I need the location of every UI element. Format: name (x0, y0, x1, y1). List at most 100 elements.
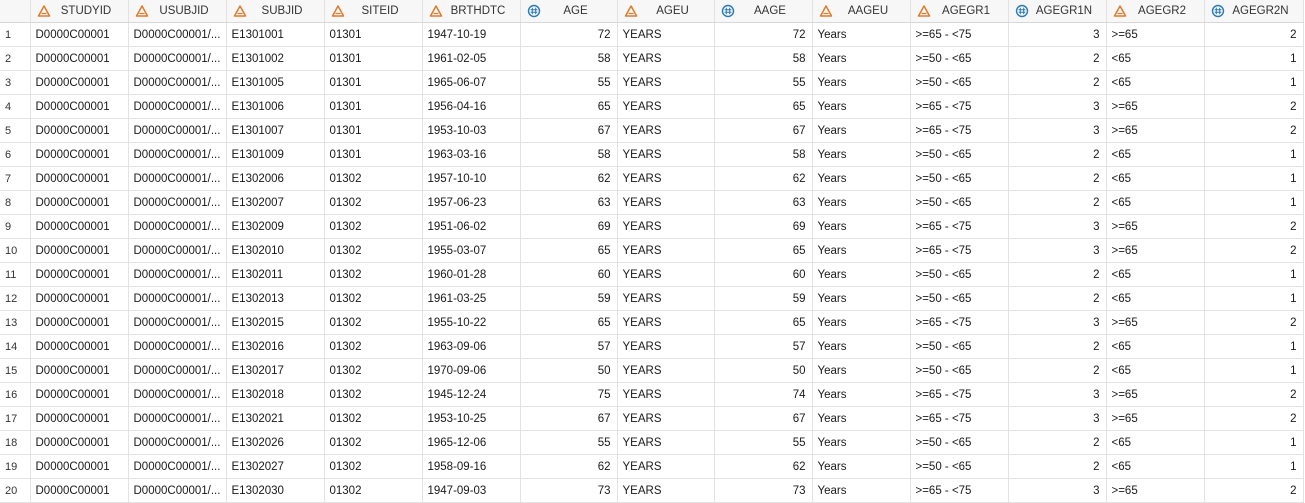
cell-agegr1[interactable]: >=50 - <65 (910, 46, 1009, 71)
cell-agegr1n[interactable]: 3 (1008, 118, 1107, 143)
cell-aageu[interactable]: Years (812, 22, 911, 47)
cell-aageu[interactable]: Years (812, 142, 911, 167)
cell-ageu[interactable]: YEARS (617, 166, 715, 191)
cell-age[interactable]: 62 (520, 166, 618, 191)
cell-subjid[interactable]: E1301001 (226, 22, 325, 47)
cell-siteid[interactable]: 01302 (324, 214, 423, 239)
cell-aage[interactable]: 74 (714, 382, 813, 407)
cell-agegr2[interactable]: <65 (1106, 334, 1205, 359)
cell-age[interactable]: 72 (520, 22, 618, 47)
cell-age[interactable]: 55 (520, 430, 618, 455)
cell-aage[interactable]: 55 (714, 70, 813, 95)
row-number[interactable]: 3 (0, 70, 31, 95)
cell-age[interactable]: 65 (520, 94, 618, 119)
cell-ageu[interactable]: YEARS (617, 70, 715, 95)
cell-aageu[interactable]: Years (812, 94, 911, 119)
table-row[interactable]: 11 D0000C00001 D0000C00001/... E1302011 0130… (0, 262, 1304, 287)
cell-agegr2n[interactable]: 1 (1204, 430, 1304, 455)
cell-agegr1[interactable]: >=65 - <75 (910, 214, 1009, 239)
cell-brthdtc[interactable]: 1961-02-05 (422, 46, 521, 71)
row-number[interactable]: 2 (0, 46, 31, 71)
cell-ageu[interactable]: YEARS (617, 142, 715, 167)
cell-subjid[interactable]: E1302013 (226, 286, 325, 311)
cell-subjid[interactable]: E1301006 (226, 94, 325, 119)
cell-aageu[interactable]: Years (812, 454, 911, 479)
cell-studyid[interactable]: D0000C00001 (30, 190, 129, 215)
cell-age[interactable]: 69 (520, 214, 618, 239)
table-row[interactable]: 8 D0000C00001 D0000C00001/... E1302007 01302… (0, 190, 1304, 215)
table-row[interactable]: 10 D0000C00001 D0000C00001/... E1302010 0130… (0, 238, 1304, 263)
cell-agegr2n[interactable]: 2 (1204, 310, 1304, 335)
cell-aage[interactable]: 65 (714, 238, 813, 263)
cell-agegr2[interactable]: <65 (1106, 46, 1205, 71)
cell-agegr2[interactable]: >=65 (1106, 382, 1205, 407)
cell-brthdtc[interactable]: 1951-06-02 (422, 214, 521, 239)
cell-brthdtc[interactable]: 1958-09-16 (422, 454, 521, 479)
cell-brthdtc[interactable]: 1965-06-07 (422, 70, 521, 95)
cell-brthdtc[interactable]: 1963-09-06 (422, 334, 521, 359)
cell-usubjid[interactable]: D0000C00001/... (128, 190, 227, 215)
row-number[interactable]: 9 (0, 214, 31, 239)
cell-aageu[interactable]: Years (812, 46, 911, 71)
cell-agegr2[interactable]: <65 (1106, 190, 1205, 215)
cell-aageu[interactable]: Years (812, 406, 911, 431)
cell-siteid[interactable]: 01302 (324, 334, 423, 359)
cell-age[interactable]: 59 (520, 286, 618, 311)
cell-age[interactable]: 73 (520, 478, 618, 503)
cell-subjid[interactable]: E1302015 (226, 310, 325, 335)
cell-usubjid[interactable]: D0000C00001/... (128, 214, 227, 239)
cell-studyid[interactable]: D0000C00001 (30, 118, 129, 143)
cell-siteid[interactable]: 01302 (324, 166, 423, 191)
cell-usubjid[interactable]: D0000C00001/... (128, 166, 227, 191)
cell-agegr2n[interactable]: 1 (1204, 334, 1304, 359)
cell-agegr2n[interactable]: 1 (1204, 286, 1304, 311)
cell-siteid[interactable]: 01302 (324, 310, 423, 335)
row-number[interactable]: 7 (0, 166, 31, 191)
column-header-brthdtc[interactable]: BRTHDTC (422, 0, 521, 23)
cell-studyid[interactable]: D0000C00001 (30, 142, 129, 167)
cell-siteid[interactable]: 01301 (324, 46, 423, 71)
cell-usubjid[interactable]: D0000C00001/... (128, 46, 227, 71)
row-number[interactable]: 1 (0, 22, 31, 47)
cell-subjid[interactable]: E1302009 (226, 214, 325, 239)
cell-ageu[interactable]: YEARS (617, 46, 715, 71)
cell-agegr2[interactable]: <65 (1106, 70, 1205, 95)
row-number[interactable]: 20 (0, 478, 31, 503)
cell-aageu[interactable]: Years (812, 334, 911, 359)
column-header-agegr2[interactable]: AGEGR2 (1106, 0, 1205, 23)
cell-aage[interactable]: 72 (714, 22, 813, 47)
cell-aage[interactable]: 62 (714, 454, 813, 479)
cell-studyid[interactable]: D0000C00001 (30, 382, 129, 407)
cell-agegr1[interactable]: >=50 - <65 (910, 430, 1009, 455)
cell-agegr1n[interactable]: 2 (1008, 262, 1107, 287)
column-header-agegr2n[interactable]: AGEGR2N (1204, 0, 1304, 23)
cell-ageu[interactable]: YEARS (617, 190, 715, 215)
cell-agegr2n[interactable]: 1 (1204, 262, 1304, 287)
cell-ageu[interactable]: YEARS (617, 382, 715, 407)
table-row[interactable]: 6 D0000C00001 D0000C00001/... E1301009 01301… (0, 142, 1304, 167)
cell-agegr1[interactable]: >=65 - <75 (910, 94, 1009, 119)
cell-aage[interactable]: 58 (714, 142, 813, 167)
cell-agegr2[interactable]: <65 (1106, 286, 1205, 311)
cell-studyid[interactable]: D0000C00001 (30, 46, 129, 71)
cell-agegr1n[interactable]: 2 (1008, 70, 1107, 95)
column-header-ageu[interactable]: AGEU (617, 0, 715, 23)
cell-usubjid[interactable]: D0000C00001/... (128, 430, 227, 455)
cell-ageu[interactable]: YEARS (617, 94, 715, 119)
table-row[interactable]: 20 D0000C00001 D0000C00001/... E1302030 0130… (0, 478, 1304, 503)
cell-agegr2n[interactable]: 1 (1204, 358, 1304, 383)
cell-aage[interactable]: 65 (714, 94, 813, 119)
cell-siteid[interactable]: 01302 (324, 454, 423, 479)
cell-brthdtc[interactable]: 1945-12-24 (422, 382, 521, 407)
row-number[interactable]: 11 (0, 262, 31, 287)
cell-brthdtc[interactable]: 1955-10-22 (422, 310, 521, 335)
cell-agegr1n[interactable]: 2 (1008, 334, 1107, 359)
table-row[interactable]: 19 D0000C00001 D0000C00001/... E1302027 0130… (0, 454, 1304, 479)
cell-ageu[interactable]: YEARS (617, 214, 715, 239)
cell-siteid[interactable]: 01301 (324, 70, 423, 95)
cell-ageu[interactable]: YEARS (617, 286, 715, 311)
cell-studyid[interactable]: D0000C00001 (30, 166, 129, 191)
cell-agegr2[interactable]: <65 (1106, 262, 1205, 287)
table-row[interactable]: 15 D0000C00001 D0000C00001/... E1302017 0130… (0, 358, 1304, 383)
cell-agegr2[interactable]: >=65 (1106, 94, 1205, 119)
